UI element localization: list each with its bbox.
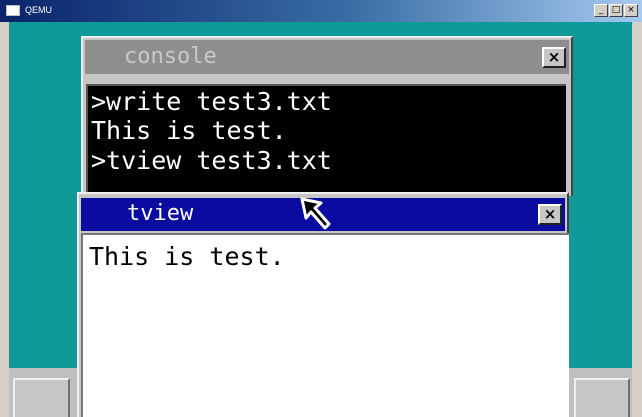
tview-file-content: This is test. — [89, 242, 285, 271]
console-line: >tview test3.txt — [91, 146, 332, 175]
taskbar-button-right[interactable] — [574, 378, 630, 417]
tview-close-button[interactable]: × — [538, 204, 562, 225]
guest-desktop[interactable]: console × >write test3.txt This is test.… — [9, 22, 632, 417]
console-close-button[interactable]: × — [542, 47, 566, 68]
console-title: console — [124, 44, 217, 69]
maximize-button[interactable]: □ — [609, 4, 623, 17]
qemu-app-icon[interactable] — [6, 5, 20, 16]
console-line: This is test. — [91, 116, 287, 145]
qemu-titlebar[interactable]: QEMU _ □ × — [0, 0, 642, 22]
console-titlebar[interactable]: console × — [85, 40, 569, 74]
taskbar-button-left[interactable] — [13, 378, 70, 417]
console-text-area[interactable]: >write test3.txt This is test. >tview te… — [86, 84, 566, 194]
tview-title: tview — [127, 201, 194, 226]
close-window-button[interactable]: × — [624, 4, 638, 17]
tview-text-area[interactable]: This is test. — [81, 233, 569, 417]
qemu-window-title: QEMU — [25, 5, 52, 15]
minimize-button[interactable]: _ — [594, 4, 608, 17]
console-line: >write test3.txt — [91, 87, 332, 116]
qemu-host-window: QEMU _ □ × console × >write test3.txt Th… — [0, 0, 642, 417]
console-window[interactable]: console × >write test3.txt This is test.… — [81, 36, 573, 196]
mouse-pointer-icon — [300, 197, 331, 230]
